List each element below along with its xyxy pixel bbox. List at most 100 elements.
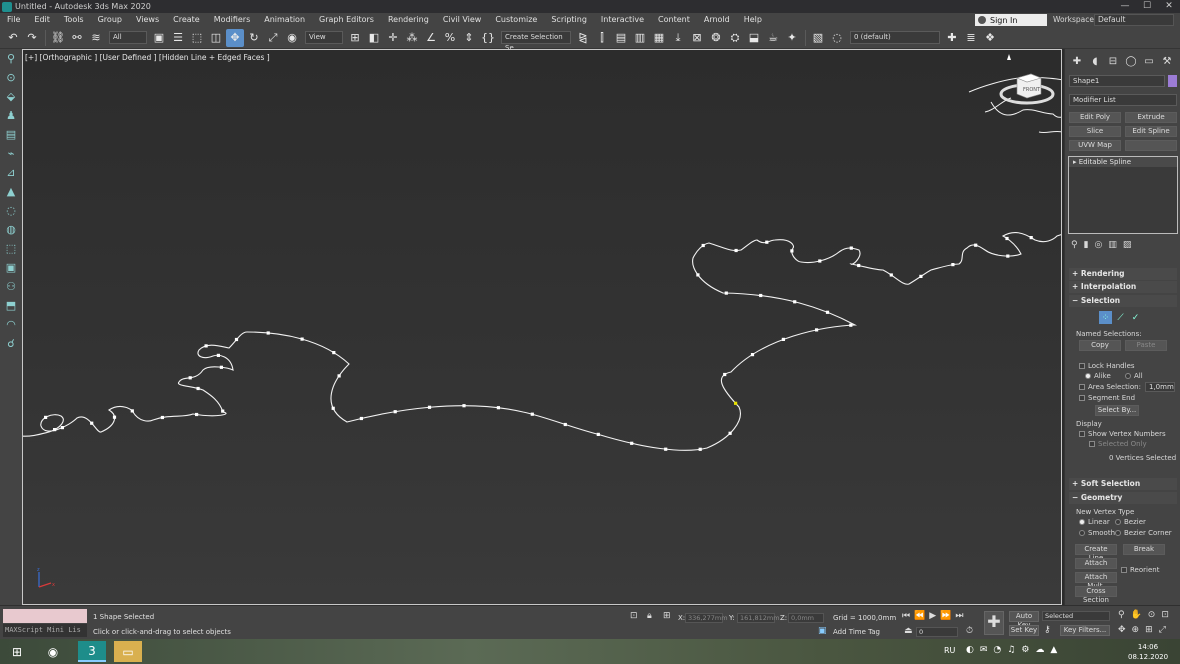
geometry-rollout[interactable]: − Geometry <box>1069 492 1177 504</box>
menu-modifiers[interactable]: Modifiers <box>207 13 258 27</box>
spline-vertex[interactable] <box>793 300 797 304</box>
spline-vertex[interactable] <box>825 310 830 314</box>
render-production-icon[interactable]: ☕ <box>764 29 782 47</box>
bind-space-warp-icon[interactable]: ≋ <box>87 29 105 47</box>
undo-icon[interactable]: ↶ <box>4 29 22 47</box>
create-tab-icon[interactable]: ✚ <box>1068 53 1086 69</box>
layer-select[interactable]: 0 (default) <box>850 31 940 44</box>
linear-radio[interactable] <box>1079 519 1085 525</box>
create-line-button[interactable]: Create Line <box>1075 544 1117 562</box>
spline-vertex[interactable] <box>130 409 134 413</box>
spline-vertex[interactable] <box>889 273 893 277</box>
spline-vertex[interactable] <box>196 386 200 391</box>
extrude-button[interactable]: Extrude <box>1125 112 1177 123</box>
alike-option[interactable]: Alike <box>1085 372 1111 380</box>
spline-vertex[interactable] <box>765 240 769 244</box>
show-vertex-numbers-option[interactable]: Show Vertex Numbers <box>1079 430 1166 438</box>
angle-snap-icon[interactable]: ∠ <box>422 29 440 47</box>
spline-shape[interactable] <box>23 231 1062 451</box>
viewport[interactable]: [+] [Orthographic ] [User Defined ] [Hid… <box>22 49 1062 605</box>
select-object-icon[interactable]: ▣ <box>150 29 168 47</box>
menu-graph-editors[interactable]: Graph Editors <box>312 13 381 27</box>
reorient-checkbox[interactable] <box>1121 567 1127 573</box>
menu-create[interactable]: Create <box>166 13 207 27</box>
spline-vertex[interactable] <box>112 415 117 419</box>
windows-start-icon[interactable]: ⊞ <box>2 641 32 662</box>
3dsmax-taskbar-icon[interactable]: 3 <box>78 641 106 662</box>
spline-vertex[interactable] <box>790 249 794 253</box>
clock[interactable]: 14:06 08.12.2020 <box>1128 642 1168 662</box>
menu-rendering[interactable]: Rendering <box>381 13 436 27</box>
minimize-button[interactable]: — <box>1114 0 1136 13</box>
walkthrough-icon[interactable]: ◠ <box>0 315 22 334</box>
time-tag-icon[interactable]: ▣ <box>818 626 827 636</box>
shade-icon[interactable]: ◍ <box>0 220 22 239</box>
spline-vertex[interactable] <box>496 406 500 410</box>
bezier-corner-radio[interactable] <box>1115 530 1121 536</box>
system-tray-icons[interactable]: ◐✉◔♫⚙☁▲ <box>966 645 1063 655</box>
selection-set-select[interactable]: Create Selection Se <box>501 31 571 52</box>
create-new-layer-icon[interactable]: ✚ <box>943 29 961 47</box>
track-icon[interactable]: ⌁ <box>0 144 22 163</box>
maxscript-mini-listener[interactable]: MAXScript Mini Lis <box>3 624 87 637</box>
add-time-tag[interactable]: Add Time Tag <box>833 628 880 636</box>
lock-handles-checkbox[interactable] <box>1079 363 1085 369</box>
spline-vertex[interactable] <box>701 243 705 248</box>
spinner-snap-icon[interactable]: ⇕ <box>460 29 478 47</box>
select-icon[interactable]: ⊙ <box>0 68 22 87</box>
menu-animation[interactable]: Animation <box>257 13 312 27</box>
select-and-rotate-icon[interactable]: ↻ <box>245 29 263 47</box>
display-tab-icon[interactable]: ▭ <box>1140 53 1158 69</box>
percent-snap-icon[interactable]: % <box>441 29 459 47</box>
segment-level-icon[interactable]: ⟋ <box>1114 311 1127 324</box>
attach-mult-button[interactable]: Attach Mult. <box>1075 572 1117 590</box>
spline-vertex[interactable] <box>331 406 335 410</box>
spline-vertex[interactable] <box>266 331 270 335</box>
sign-in-button[interactable]: Sign In <box>975 14 1047 26</box>
field-of-view-icon[interactable]: ⚇ <box>0 277 22 296</box>
schematic-view-icon[interactable]: ⊠ <box>688 29 706 47</box>
spline-vertex[interactable] <box>734 401 738 405</box>
menu-group[interactable]: Group <box>91 13 129 27</box>
menu-tools[interactable]: Tools <box>57 13 91 27</box>
select-by-name-icon[interactable]: ☰ <box>169 29 187 47</box>
empty-mod-button[interactable] <box>1125 140 1177 151</box>
attach-button[interactable]: Attach <box>1075 558 1117 569</box>
edit-spline-button[interactable]: Edit Spline <box>1125 126 1177 137</box>
stack-item-editable-spline[interactable]: ▸ Editable Spline <box>1069 157 1177 167</box>
spline-vertex[interactable] <box>630 441 634 445</box>
bezier-corner-option[interactable]: Bezier Corner <box>1115 529 1172 537</box>
all-option[interactable]: All <box>1125 372 1143 380</box>
spline-vertex[interactable] <box>734 248 738 253</box>
spline-vertex[interactable] <box>1006 254 1010 258</box>
safe-frame-icon[interactable]: ⬚ <box>0 239 22 258</box>
segment-end-option[interactable]: Segment End <box>1079 394 1135 402</box>
spline-vertex[interactable] <box>974 243 978 247</box>
maximize-button[interactable]: ☐ <box>1136 0 1158 13</box>
slice-button[interactable]: Slice <box>1069 126 1121 137</box>
spline-vertex[interactable] <box>195 412 199 417</box>
show-vertex-numbers-checkbox[interactable] <box>1079 431 1085 437</box>
spline-vertex[interactable] <box>563 422 567 427</box>
snap-toggle-icon[interactable]: ⁂ <box>403 29 421 47</box>
browser-icon[interactable]: ◉ <box>38 641 68 662</box>
current-frame-field[interactable]: 0 <box>916 627 958 637</box>
isolate-selection-icon[interactable]: ⊡ <box>630 611 638 621</box>
viewport-layout-icon[interactable]: ▣ <box>0 258 22 277</box>
spline-vertex[interactable] <box>818 259 822 263</box>
spline-vertex[interactable] <box>90 421 94 425</box>
selection-lock-icon[interactable]: 🔒︎ <box>647 611 652 621</box>
menu-interactive[interactable]: Interactive <box>594 13 651 27</box>
spline-vertex[interactable] <box>781 337 785 341</box>
redo-icon[interactable]: ↷ <box>23 29 41 47</box>
select-and-scale-icon[interactable]: ⤢ <box>264 29 282 47</box>
key-mode-select[interactable]: Selected <box>1042 611 1110 621</box>
toggle-layer-explorer-icon[interactable]: ▥ <box>631 29 649 47</box>
spline-vertex[interactable] <box>1029 236 1033 240</box>
toggle-ribbon-icon[interactable]: ▦ <box>650 29 668 47</box>
bezier-option[interactable]: Bezier <box>1115 518 1146 526</box>
smooth-option[interactable]: Smooth <box>1079 529 1115 537</box>
spline-vertex[interactable] <box>427 405 432 409</box>
menu-edit[interactable]: Edit <box>27 13 57 27</box>
time-config-icon[interactable]: ⏱ <box>966 626 973 636</box>
